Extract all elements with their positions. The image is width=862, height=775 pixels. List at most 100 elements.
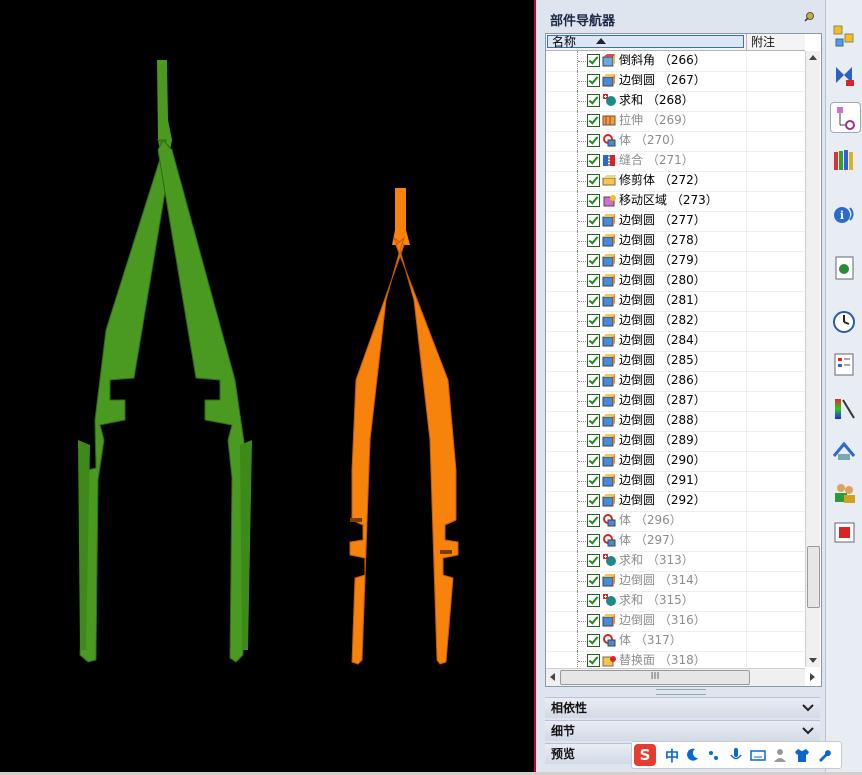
tree-row[interactable]: 替换面 （318） (546, 651, 805, 667)
visibility-checkbox[interactable] (587, 654, 600, 667)
tree-row[interactable]: 边倒圆 （292） (546, 491, 805, 512)
visibility-checkbox[interactable] (587, 394, 600, 407)
visibility-checkbox[interactable] (587, 514, 600, 527)
tree-row[interactable]: 边倒圆 （281） (546, 291, 805, 312)
visibility-checkbox[interactable] (587, 94, 600, 107)
tree-row[interactable]: 求和 （313） (546, 551, 805, 572)
visibility-checkbox[interactable] (587, 414, 600, 427)
moon-icon[interactable] (684, 747, 700, 763)
visibility-checkbox[interactable] (587, 334, 600, 347)
visibility-checkbox[interactable] (587, 594, 600, 607)
tree-row[interactable]: 边倒圆 （316） (546, 611, 805, 632)
visibility-checkbox[interactable] (587, 474, 600, 487)
user-icon[interactable] (772, 747, 788, 763)
tree-row[interactable]: 求和 （315） (546, 591, 805, 612)
sogou-logo-icon[interactable]: S (634, 744, 656, 766)
visibility-checkbox[interactable] (587, 294, 600, 307)
visibility-checkbox[interactable] (587, 614, 600, 627)
wrench-icon[interactable] (816, 747, 832, 763)
visibility-checkbox[interactable] (587, 354, 600, 367)
visibility-checkbox[interactable] (587, 254, 600, 267)
roles-icon[interactable] (830, 478, 859, 507)
palette-icon[interactable] (830, 518, 859, 547)
visibility-checkbox[interactable] (587, 274, 600, 287)
section-dependencies[interactable]: 相依性 (545, 697, 820, 718)
tree-row[interactable]: 边倒圆 （277） (546, 211, 805, 232)
tree-row[interactable]: 边倒圆 （278） (546, 231, 805, 252)
tree-row[interactable]: 拉伸 （269） (546, 111, 805, 132)
scroll-down-icon[interactable] (809, 658, 817, 663)
orange-tweezers-model[interactable] (349, 188, 459, 665)
tree-row[interactable]: 边倒圆 （285） (546, 351, 805, 372)
keyboard-icon[interactable] (750, 747, 766, 763)
panel-splitter[interactable] (656, 689, 706, 695)
tree-row[interactable]: 移动区域 （273） (546, 191, 805, 212)
microphone-icon[interactable] (728, 747, 744, 763)
visibility-checkbox[interactable] (587, 454, 600, 467)
visibility-checkbox[interactable] (587, 194, 600, 207)
info-window-icon[interactable]: i (830, 200, 859, 229)
skin-shirt-icon[interactable] (794, 747, 810, 763)
assembly-navigator-icon[interactable] (830, 22, 859, 51)
visibility-checkbox[interactable] (587, 174, 600, 187)
tree-row[interactable]: 边倒圆 （279） (546, 251, 805, 272)
tree-row[interactable]: 边倒圆 （291） (546, 471, 805, 492)
scroll-right-icon[interactable] (810, 673, 815, 681)
chevron-down-icon[interactable] (801, 702, 815, 714)
visibility-checkbox[interactable] (587, 54, 600, 67)
visibility-checkbox[interactable] (587, 494, 600, 507)
chinese-mode-toggle[interactable]: 中 (665, 746, 679, 766)
constraint-navigator-icon[interactable] (830, 62, 859, 91)
column-header-note[interactable]: 附注 (751, 34, 775, 50)
tree-row[interactable]: 倒斜角 （266） (546, 51, 805, 72)
tree-row[interactable]: 边倒圆 （289） (546, 431, 805, 452)
tree-row[interactable]: 修剪体 （272） (546, 171, 805, 192)
horizontal-scrollbar[interactable]: III (546, 668, 815, 686)
visibility-checkbox[interactable] (587, 74, 600, 87)
part-navigator-icon[interactable] (830, 102, 861, 133)
graphics-viewport[interactable] (0, 0, 534, 772)
tree-row[interactable]: 边倒圆 （290） (546, 451, 805, 472)
visibility-checkbox[interactable] (587, 374, 600, 387)
visibility-checkbox[interactable] (587, 314, 600, 327)
chevron-down-icon[interactable] (801, 725, 815, 737)
section-details[interactable]: 细节 (545, 720, 820, 741)
tree-row[interactable]: 体 （317） (546, 631, 805, 652)
tree-row[interactable]: 求和 （268） (546, 91, 805, 112)
history-clock-icon[interactable] (830, 308, 859, 337)
process-studio-icon[interactable] (830, 436, 859, 465)
tree-row[interactable]: 边倒圆 （287） (546, 391, 805, 412)
tree-row[interactable]: 缝合 （271） (546, 151, 805, 172)
vertical-scrollbar[interactable] (805, 51, 820, 667)
visibility-checkbox[interactable] (587, 114, 600, 127)
horizontal-scroll-thumb[interactable]: III (560, 670, 750, 685)
visibility-checkbox[interactable] (587, 154, 600, 167)
visibility-checkbox[interactable] (587, 554, 600, 567)
tree-row[interactable]: 边倒圆 （267） (546, 71, 805, 92)
column-header-name[interactable]: 名称 (547, 35, 744, 49)
scroll-up-icon[interactable] (809, 55, 817, 60)
visualization-icon[interactable] (830, 394, 859, 423)
visibility-checkbox[interactable] (587, 234, 600, 247)
tree-row[interactable]: 边倒圆 （282） (546, 311, 805, 332)
tree-row[interactable]: 体 （297） (546, 531, 805, 552)
navigator-tree[interactable]: 名称 附注 倒斜角 （266） 边倒圆 （267） 求和 （268） 拉伸 （269）… (545, 33, 822, 687)
tree-row[interactable]: 边倒圆 （314） (546, 571, 805, 592)
tree-row[interactable]: 体 （270） (546, 131, 805, 152)
punctuation-icon[interactable] (706, 747, 722, 763)
visibility-checkbox[interactable] (587, 634, 600, 647)
reuse-library-icon[interactable] (830, 146, 859, 175)
tree-row[interactable]: 边倒圆 （284） (546, 331, 805, 352)
visibility-checkbox[interactable] (587, 214, 600, 227)
tree-row[interactable]: 边倒圆 （286） (546, 371, 805, 392)
web-browser-icon[interactable] (830, 254, 859, 283)
visibility-checkbox[interactable] (587, 134, 600, 147)
tree-row[interactable]: 边倒圆 （280） (546, 271, 805, 292)
tree-row[interactable]: 边倒圆 （288） (546, 411, 805, 432)
tree-row[interactable]: 体 （296） (546, 511, 805, 532)
system-materials-icon[interactable] (830, 350, 859, 379)
vertical-scroll-thumb[interactable] (807, 546, 820, 608)
green-tweezers-model[interactable] (78, 60, 252, 663)
visibility-checkbox[interactable] (587, 574, 600, 587)
scroll-left-icon[interactable] (550, 673, 555, 681)
